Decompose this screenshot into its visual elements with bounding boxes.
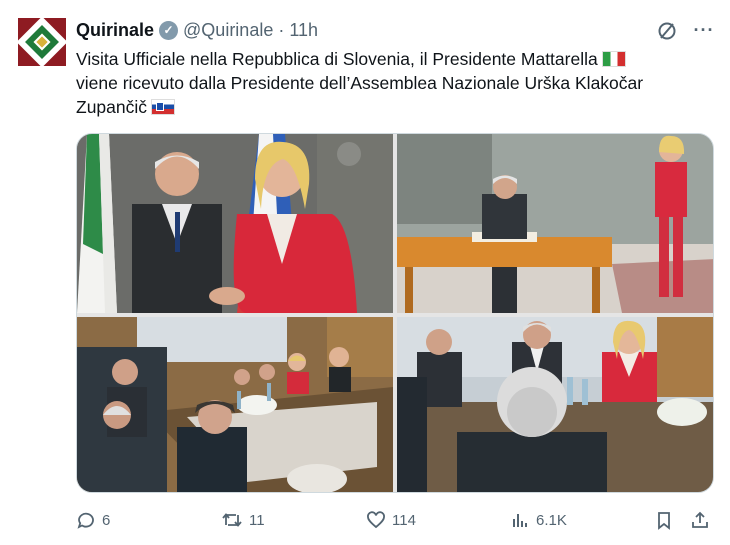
- reply-button[interactable]: 6: [76, 506, 110, 534]
- reply-count: 6: [102, 511, 111, 529]
- photo-meeting-table[interactable]: [77, 317, 393, 492]
- account-name[interactable]: Quirinale: [76, 20, 154, 41]
- media-grid: [76, 133, 714, 493]
- tweet-text-line3: Zupančič: [76, 97, 148, 117]
- emblem-core: [33, 33, 51, 51]
- tweet-text: Visita Ufficiale nella Repubblica di Slo…: [76, 47, 716, 119]
- avatar[interactable]: [16, 16, 68, 68]
- tweet-text-line2: viene ricevuto dalla Presidente dell’Ass…: [76, 73, 644, 93]
- views-count: 6.1K: [536, 511, 567, 529]
- tweet-card[interactable]: Quirinale ✓ @Quirinale · 11h ··· Visita …: [0, 0, 730, 545]
- photo-delegation-talks[interactable]: [397, 317, 713, 492]
- share-button[interactable]: [690, 506, 710, 534]
- timestamp[interactable]: 11h: [289, 20, 318, 41]
- photo-guestbook-signing[interactable]: [397, 134, 713, 313]
- tweet-header: Quirinale ✓ @Quirinale · 11h: [76, 17, 318, 43]
- views-icon: [510, 510, 530, 530]
- heart-icon: [366, 510, 386, 530]
- emblem-inner: [25, 25, 59, 59]
- tweet-text-line1: Visita Ufficiale nella Repubblica di Slo…: [76, 49, 598, 69]
- bookmark-icon: [654, 510, 674, 530]
- views-button[interactable]: 6.1K: [510, 506, 567, 534]
- reply-icon: [76, 510, 96, 530]
- share-icon: [690, 510, 710, 530]
- grok-icon[interactable]: [656, 20, 678, 42]
- repost-icon: [221, 510, 243, 530]
- action-bar: 6 11 114 6.1K: [76, 506, 716, 534]
- flag-italy-icon: [601, 51, 626, 67]
- like-count: 114: [392, 511, 416, 529]
- photo-handshake[interactable]: [77, 134, 393, 313]
- flag-slovenia-icon: [151, 99, 176, 115]
- more-options-icon[interactable]: ···: [692, 18, 716, 42]
- separator-dot: ·: [278, 19, 285, 40]
- bookmark-button[interactable]: [654, 506, 674, 534]
- repost-count: 11: [249, 511, 265, 529]
- like-button[interactable]: 114: [366, 506, 416, 534]
- verified-badge-icon: ✓: [159, 20, 179, 40]
- account-handle[interactable]: @Quirinale: [183, 20, 273, 41]
- emblem-frame: [16, 16, 68, 68]
- repost-button[interactable]: 11: [221, 506, 265, 534]
